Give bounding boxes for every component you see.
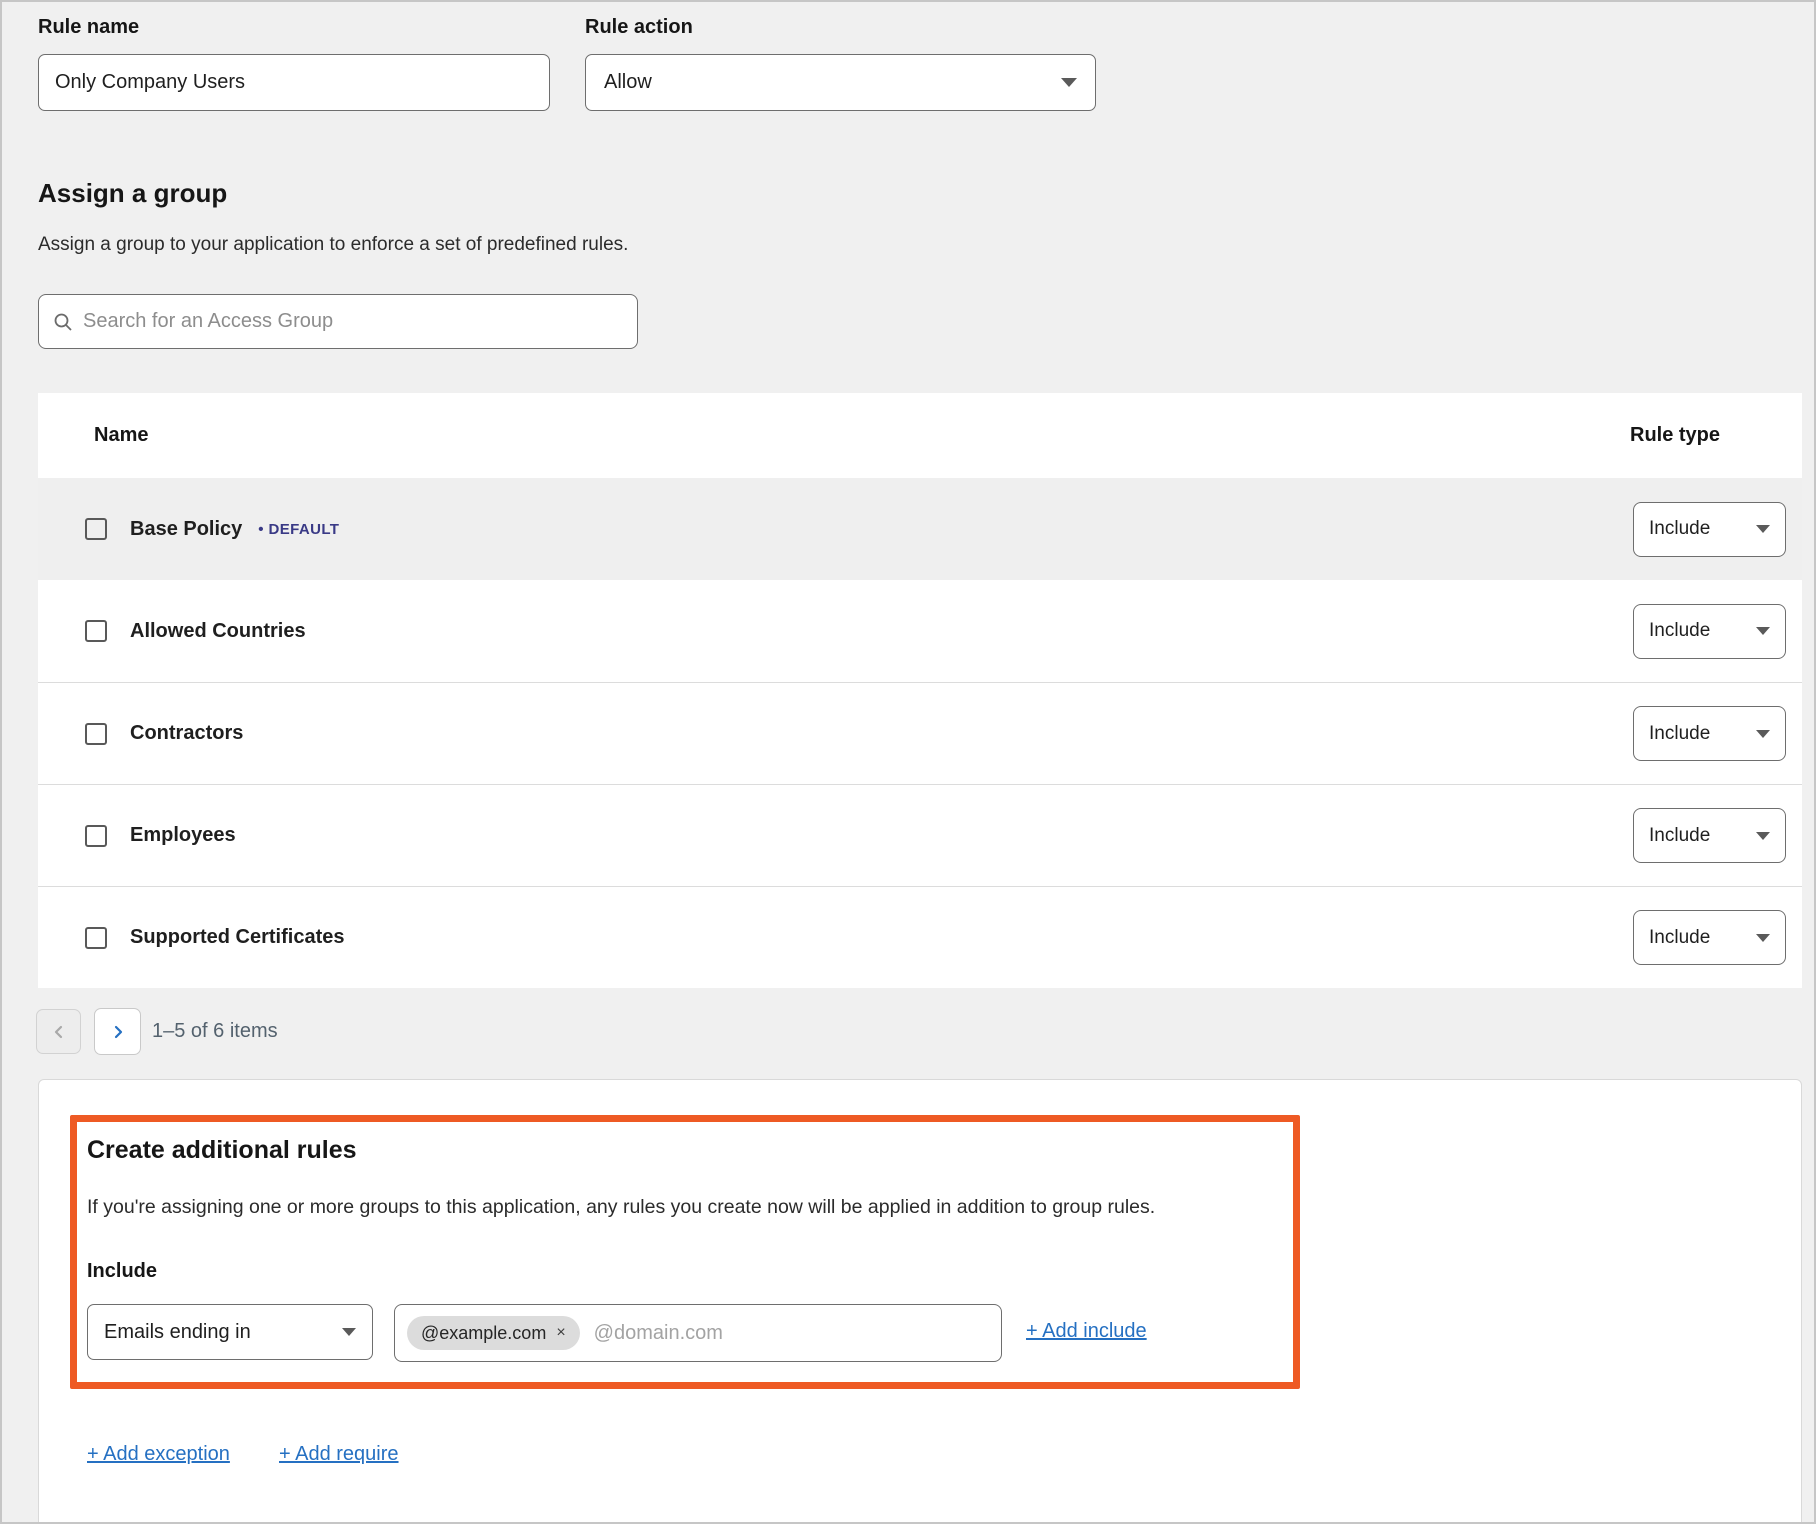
rule-type-select[interactable]: Include [1633, 604, 1786, 659]
rule-type-value: Include [1649, 723, 1710, 745]
rule-editor-screen: Rule name Rule action Allow Assign a gro… [0, 0, 1816, 1524]
rule-name-label: Rule name [38, 16, 139, 39]
row-checkbox[interactable] [85, 825, 107, 847]
row-name: Base Policy [130, 518, 242, 541]
rule-action-value: Allow [604, 71, 652, 94]
add-include-link[interactable]: + Add include [1026, 1320, 1147, 1343]
rule-type-value: Include [1649, 518, 1710, 540]
rule-type-select[interactable]: Include [1633, 502, 1786, 557]
rule-action-label: Rule action [585, 16, 693, 39]
rule-type-value: Include [1649, 927, 1710, 949]
chevron-left-icon [51, 1024, 67, 1040]
rule-name-input[interactable] [38, 54, 550, 111]
row-checkbox[interactable] [85, 927, 107, 949]
chevron-down-icon [1756, 832, 1770, 840]
table-header-row: Name Rule type [38, 393, 1802, 478]
column-header-rule-type: Rule type [1630, 424, 1720, 447]
chevron-down-icon [1756, 934, 1770, 942]
chevron-down-icon [1756, 627, 1770, 635]
pagination-next-button[interactable] [94, 1008, 141, 1055]
row-name: Supported Certificates [130, 926, 344, 949]
rule-type-select[interactable]: Include [1633, 706, 1786, 761]
row-name: Contractors [130, 722, 243, 745]
table-row: Contractors Include [38, 682, 1802, 784]
search-input[interactable] [83, 310, 623, 333]
row-name: Allowed Countries [130, 620, 306, 643]
rule-type-select[interactable]: Include [1633, 910, 1786, 965]
chevron-down-icon [1756, 730, 1770, 738]
search-icon [53, 312, 73, 332]
table-row: Base Policy • DEFAULT Include [38, 478, 1802, 580]
table-row: Supported Certificates Include [38, 886, 1802, 988]
access-group-search[interactable] [38, 294, 638, 349]
rule-type-value: Include [1649, 825, 1710, 847]
table-row: Allowed Countries Include [38, 580, 1802, 682]
condition-select[interactable]: Emails ending in [87, 1304, 373, 1360]
chevron-down-icon [1061, 78, 1077, 87]
rule-type-value: Include [1649, 620, 1710, 642]
remove-chip-icon[interactable]: × [556, 1325, 565, 1341]
access-groups-table: Name Rule type Base Policy • DEFAULT Inc… [38, 393, 1802, 988]
add-require-link[interactable]: + Add require [279, 1443, 399, 1466]
chevron-down-icon [342, 1328, 356, 1336]
table-row: Employees Include [38, 784, 1802, 886]
add-exception-link[interactable]: + Add exception [87, 1443, 230, 1466]
condition-value: Emails ending in [104, 1321, 251, 1344]
row-checkbox[interactable] [85, 620, 107, 642]
rule-type-select[interactable]: Include [1633, 808, 1786, 863]
additional-rules-description: If you're assigning one or more groups t… [87, 1196, 1277, 1219]
email-domains-input[interactable]: @example.com × [394, 1304, 1002, 1362]
default-badge: • DEFAULT [258, 521, 339, 538]
row-checkbox[interactable] [85, 518, 107, 540]
assign-group-heading: Assign a group [38, 178, 227, 209]
email-chip: @example.com × [407, 1316, 580, 1350]
pagination-range-text: 1–5 of 6 items [152, 1020, 278, 1043]
include-label: Include [87, 1260, 157, 1283]
email-domain-field[interactable] [594, 1322, 989, 1345]
column-header-name: Name [94, 424, 148, 447]
row-checkbox[interactable] [85, 723, 107, 745]
pagination-prev-button[interactable] [36, 1009, 81, 1054]
chevron-down-icon [1756, 525, 1770, 533]
email-chip-label: @example.com [421, 1323, 546, 1344]
assign-group-description: Assign a group to your application to en… [38, 234, 628, 256]
row-name: Employees [130, 824, 236, 847]
chevron-right-icon [110, 1024, 126, 1040]
rule-action-select[interactable]: Allow [585, 54, 1096, 111]
additional-rules-heading: Create additional rules [87, 1136, 357, 1165]
